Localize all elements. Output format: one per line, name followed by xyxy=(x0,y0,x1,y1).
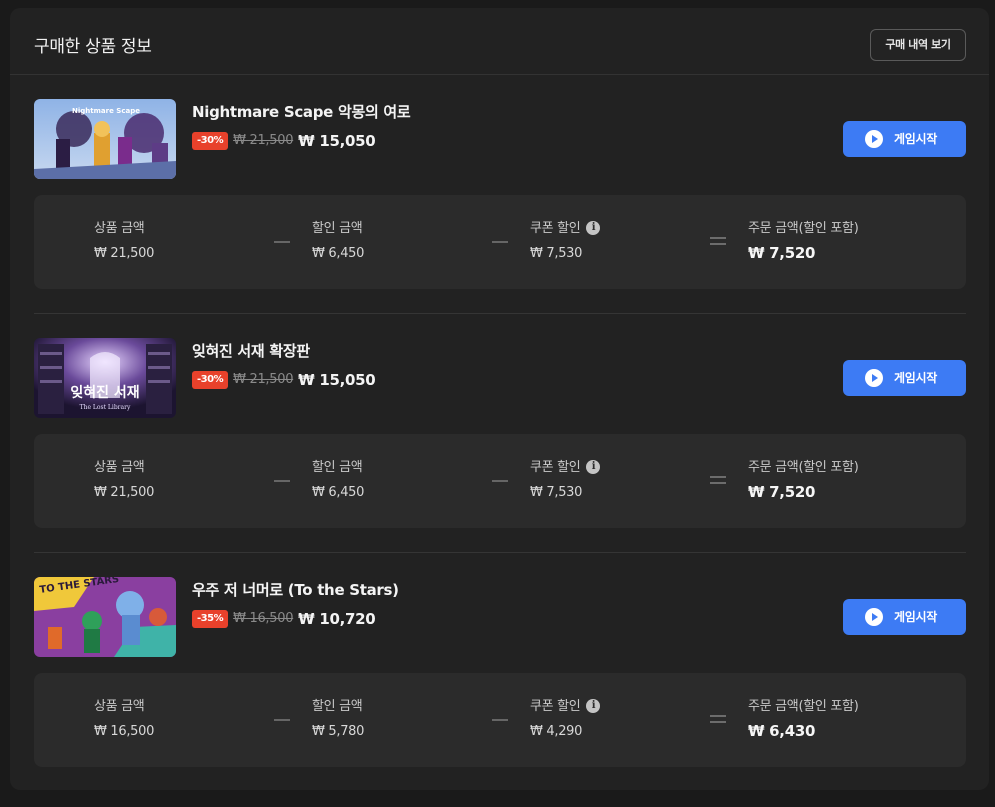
thumbnail-logo-text: Nightmare Scape xyxy=(72,107,140,115)
play-icon xyxy=(865,369,883,387)
play-game-button[interactable]: 게임시작 xyxy=(843,360,966,396)
sale-price: ₩ 15,050 xyxy=(298,370,376,389)
product-title[interactable]: 우주 저 너머로 (To the Stars) xyxy=(192,579,399,600)
price-breakdown: 상품 금액 ₩ 21,500 할인 금액 ₩ 6,450 쿠폰 할인 i ₩ 7,… xyxy=(34,434,966,528)
play-icon xyxy=(865,608,883,626)
product-item-nightmare-scape: Nightmare Scape Nightmare Scape 악몽의 여로 -… xyxy=(34,99,966,329)
play-icon xyxy=(865,130,883,148)
coupon-discount-value: ₩ 7,530 xyxy=(530,485,583,500)
order-amount-column: 주문 금액(할인 포함) ₩ 7,520 xyxy=(748,217,859,262)
page-title: 구매한 상품 정보 xyxy=(34,37,152,57)
play-button-label: 게임시작 xyxy=(894,371,937,385)
discount-amount-value: ₩ 6,450 xyxy=(312,485,365,500)
product-amount-column: 상품 금액 ₩ 16,500 xyxy=(94,695,154,739)
product-amount-value: ₩ 16,500 xyxy=(94,724,155,739)
price-row: -35% ₩ 16,500 ₩ 10,720 xyxy=(192,608,376,628)
price-breakdown: 상품 금액 ₩ 16,500 할인 금액 ₩ 5,780 쿠폰 할인 i ₩ 4,… xyxy=(34,673,966,767)
coupon-discount-column: 쿠폰 할인 i ₩ 7,530 xyxy=(530,217,601,261)
info-icon[interactable]: i xyxy=(586,220,601,235)
thumbnail-logo-text: 잊혀진 서재 xyxy=(70,384,139,401)
original-price: ₩ 21,500 xyxy=(233,133,294,148)
discount-badge: -30% xyxy=(192,131,229,150)
order-amount-value: ₩ 7,520 xyxy=(748,483,816,501)
thumbnail-logo-subtext: The Lost Library xyxy=(80,404,131,411)
product-item-lost-library: 잊혀진 서재 The Lost Library 잊혀진 서재 확장판 -30% ₩… xyxy=(34,338,966,568)
minus-icon xyxy=(274,719,290,721)
panel-header: 구매한 상품 정보 구매 내역 보기 xyxy=(10,8,989,75)
play-button-label: 게임시작 xyxy=(894,610,937,624)
info-icon[interactable]: i xyxy=(586,459,601,474)
discount-amount-value: ₩ 6,450 xyxy=(312,246,365,261)
order-amount-value: ₩ 6,430 xyxy=(748,722,816,740)
equals-icon xyxy=(710,476,726,484)
item-divider xyxy=(34,313,966,314)
discount-amount-column: 할인 금액 ₩ 6,450 xyxy=(312,217,364,261)
order-amount-label: 주문 금액(할인 포함) xyxy=(748,699,859,714)
purchase-history-button[interactable]: 구매 내역 보기 xyxy=(870,29,966,61)
product-amount-value: ₩ 21,500 xyxy=(94,485,155,500)
order-amount-column: 주문 금액(할인 포함) ₩ 7,520 xyxy=(748,456,859,501)
original-price: ₩ 16,500 xyxy=(233,611,294,626)
discount-amount-column: 할인 금액 ₩ 5,780 xyxy=(312,695,364,739)
order-amount-value: ₩ 7,520 xyxy=(748,244,816,262)
minus-icon xyxy=(274,241,290,243)
product-thumbnail[interactable]: TO THE STARS xyxy=(34,577,176,657)
coupon-discount-column: 쿠폰 할인 i ₩ 7,530 xyxy=(530,456,601,500)
order-amount-column: 주문 금액(할인 포함) ₩ 6,430 xyxy=(748,695,859,740)
minus-icon xyxy=(492,719,508,721)
product-amount-column: 상품 금액 ₩ 21,500 xyxy=(94,217,154,261)
discount-amount-label: 할인 금액 xyxy=(312,460,363,475)
purchased-products-panel: 구매한 상품 정보 구매 내역 보기 Nightmare Scape Night… xyxy=(10,8,989,790)
price-row: -30% ₩ 21,500 ₩ 15,050 xyxy=(192,369,376,389)
play-game-button[interactable]: 게임시작 xyxy=(843,599,966,635)
price-breakdown: 상품 금액 ₩ 21,500 할인 금액 ₩ 6,450 쿠폰 할인 i ₩ 7,… xyxy=(34,195,966,289)
discount-amount-label: 할인 금액 xyxy=(312,699,363,714)
price-row: -30% ₩ 21,500 ₩ 15,050 xyxy=(192,130,376,150)
equals-icon xyxy=(710,237,726,245)
product-amount-value: ₩ 21,500 xyxy=(94,246,155,261)
product-thumbnail[interactable]: 잊혀진 서재 The Lost Library xyxy=(34,338,176,418)
discount-badge: -30% xyxy=(192,370,229,389)
discount-badge: -35% xyxy=(192,609,229,628)
coupon-discount-label: 쿠폰 할인 i xyxy=(530,217,601,236)
coupon-discount-value: ₩ 4,290 xyxy=(530,724,583,739)
equals-icon xyxy=(710,715,726,723)
product-title[interactable]: Nightmare Scape 악몽의 여로 xyxy=(192,101,411,122)
minus-icon xyxy=(274,480,290,482)
order-amount-label: 주문 금액(할인 포함) xyxy=(748,221,859,236)
sale-price: ₩ 15,050 xyxy=(298,131,376,150)
discount-amount-column: 할인 금액 ₩ 6,450 xyxy=(312,456,364,500)
play-button-label: 게임시작 xyxy=(894,132,937,146)
discount-amount-value: ₩ 5,780 xyxy=(312,724,365,739)
play-game-button[interactable]: 게임시작 xyxy=(843,121,966,157)
coupon-discount-label: 쿠폰 할인 i xyxy=(530,695,601,714)
discount-amount-label: 할인 금액 xyxy=(312,221,363,236)
product-amount-label: 상품 금액 xyxy=(94,699,145,714)
sale-price: ₩ 10,720 xyxy=(298,609,376,628)
product-amount-label: 상품 금액 xyxy=(94,460,145,475)
item-divider xyxy=(34,552,966,553)
product-amount-label: 상품 금액 xyxy=(94,221,145,236)
coupon-discount-label: 쿠폰 할인 i xyxy=(530,456,601,475)
info-icon[interactable]: i xyxy=(586,698,601,713)
product-title[interactable]: 잊혀진 서재 확장판 xyxy=(192,340,310,361)
minus-icon xyxy=(492,480,508,482)
original-price: ₩ 21,500 xyxy=(233,372,294,387)
coupon-discount-value: ₩ 7,530 xyxy=(530,246,583,261)
product-item-to-the-stars: TO THE STARS 우주 저 너머로 (To the Stars) -35… xyxy=(34,577,966,807)
minus-icon xyxy=(492,241,508,243)
order-amount-label: 주문 금액(할인 포함) xyxy=(748,460,859,475)
product-thumbnail[interactable]: Nightmare Scape xyxy=(34,99,176,179)
coupon-discount-column: 쿠폰 할인 i ₩ 4,290 xyxy=(530,695,601,739)
product-amount-column: 상품 금액 ₩ 21,500 xyxy=(94,456,154,500)
